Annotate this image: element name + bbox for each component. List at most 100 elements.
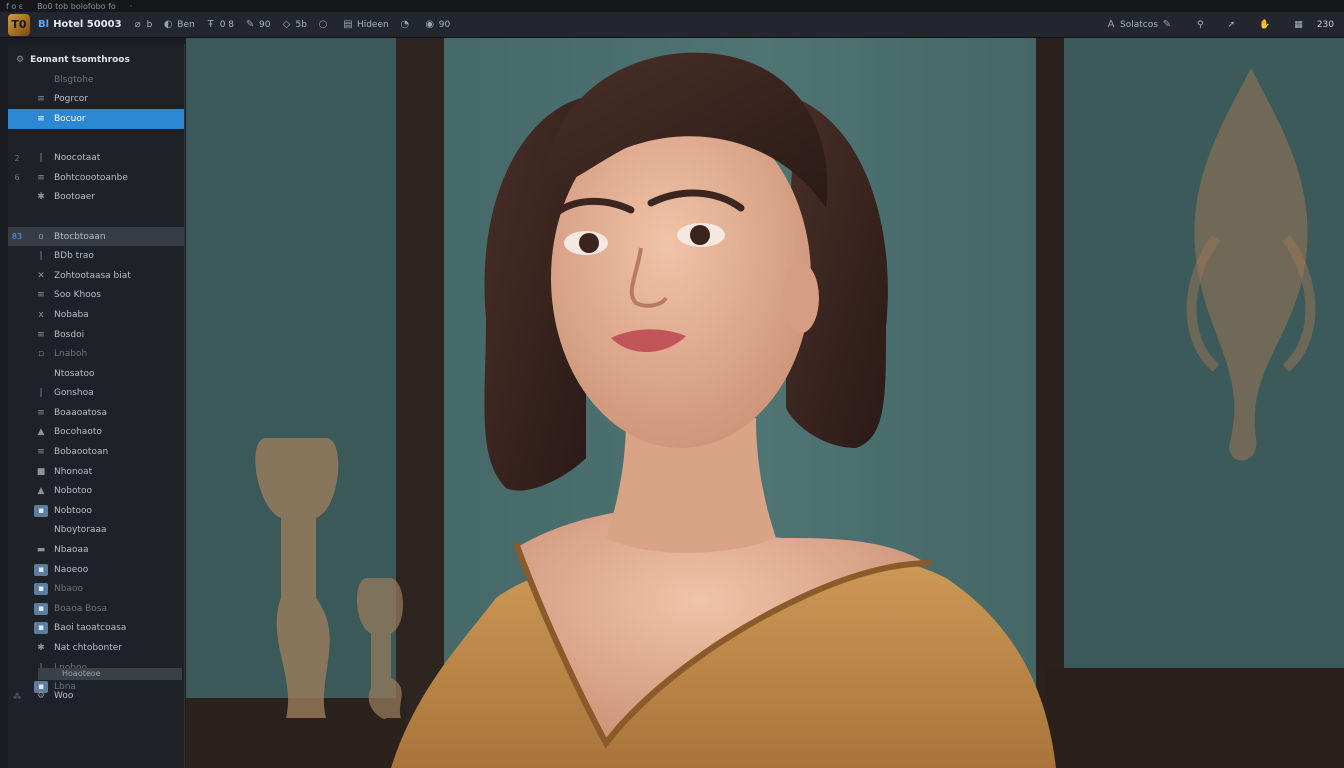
grid-icon[interactable]: ▦	[1294, 20, 1303, 30]
hand-icon[interactable]: ✋	[1259, 20, 1270, 30]
sidebar-item-label: Boaaoatosa	[54, 407, 107, 418]
sidebar-item[interactable]: ≡ Bobaootoan	[8, 442, 184, 462]
sidebar-item-label: Woo	[54, 691, 74, 702]
b-icon: ⌀	[134, 18, 141, 30]
sidebar-item[interactable]: ✕ Zohtootaasa biat	[8, 266, 184, 286]
layer-icon: o	[38, 231, 44, 242]
layer-icon: ≡	[37, 329, 45, 340]
sidebar-item-label: BDb trao	[54, 251, 94, 262]
sidebar-footer: Hoaoteoe ⁂ ⚙ Woo	[8, 668, 184, 706]
sidebar-item[interactable]: | Gonshoa	[8, 384, 184, 404]
sidebar-item[interactable]: ▬ Nbaoaa	[8, 540, 184, 560]
toolbar-button-circle[interactable]: ○	[317, 19, 332, 31]
sidebar-item-label: Btocbtoaan	[54, 231, 106, 242]
sidebar-footer-item[interactable]: ⁂ ⚙ Woo	[8, 686, 184, 706]
circle-icon: ◐	[163, 18, 173, 30]
sidebar-header[interactable]: ⚙ Eomant tsomthroos	[8, 50, 184, 70]
sidebar-item-label: Nobotoo	[54, 486, 92, 497]
layer-icon: ≡	[37, 290, 45, 301]
layer-icon	[34, 133, 48, 145]
sidebar-item[interactable]: ≡ Pogrcor	[8, 90, 184, 110]
sidebar-item[interactable]: x Nobaba	[8, 305, 184, 325]
sidebar-item[interactable]: ≡ Soo Khoos	[8, 286, 184, 306]
layer-icon: ▪	[34, 563, 48, 576]
sidebar-footer-bar[interactable]: Hoaoteoe	[38, 668, 182, 681]
toolbar-button-b[interactable]: ⌀ b	[132, 19, 153, 31]
sidebar-item-label: Nat chtobonter	[54, 643, 123, 654]
toolbar-button-eye[interactable]: ◉ 90	[424, 19, 450, 31]
sidebar-item[interactable]: ■ Nhonoat	[8, 462, 184, 482]
toolbar-button-ben[interactable]: ◐ Ben	[162, 18, 195, 31]
sidebar-item[interactable]: ▲ Nobotoo	[8, 481, 184, 501]
sidebar-item-label: Nobaba	[54, 309, 89, 320]
toolbar-button-shape[interactable]: ◇ 5b	[281, 19, 307, 31]
sidebar-list: Blsgtohe ≡ Pogrcor ≡ Bocuor 2 | Noocotaat 6 ≡ Boht…	[8, 70, 184, 697]
layer-icon: ✱	[37, 192, 45, 203]
sidebar-item[interactable]: Blsgtohe	[8, 70, 184, 90]
sidebar-item-label: Nobtooo	[54, 505, 92, 516]
app-title: Bl Hotel 50003	[38, 19, 122, 30]
sidebar-item-label: Boaoa Bosa	[54, 603, 107, 614]
sidebar-item[interactable]: ▲ Bocohaoto	[8, 423, 184, 443]
sidebar-item[interactable]: ✱ Nat chtobonter	[8, 638, 184, 658]
sidebar-item[interactable]: ▪ Nobtooo	[8, 501, 184, 521]
pin-icon[interactable]: ⚲	[1197, 20, 1204, 30]
sidebar-item[interactable]: | BDb trao	[8, 246, 184, 266]
system-bar-item: f o ε	[6, 1, 24, 11]
sidebar-item[interactable]: 6 ≡ Bohtcoootoanbe	[8, 168, 184, 188]
toolbar-button-refresh[interactable]: ◔	[399, 19, 414, 31]
layer-icon	[34, 368, 48, 380]
sidebar-item-label: Nhonoat	[54, 466, 93, 477]
zoom-level[interactable]: 230	[1317, 20, 1334, 30]
sidebar-item[interactable]: ≡ Bocuor	[8, 109, 184, 129]
sidebar-item-number: 2	[14, 153, 20, 163]
sidebar-item[interactable]	[8, 129, 184, 149]
sidebar-item[interactable]: ▪ Naoeoo	[8, 560, 184, 580]
sidebar-item[interactable]: ✱ Bootoaer	[8, 188, 184, 208]
sidebar-item-label: Bohtcoootoanbe	[54, 172, 128, 183]
app-logo[interactable]: T0	[8, 13, 30, 36]
layer-icon: ≡	[37, 94, 45, 105]
image-canvas[interactable]	[186, 38, 1344, 768]
sidebar-item[interactable]: ▫ Lnaboh	[8, 344, 184, 364]
toolbar-button-text[interactable]: Ŧ 0 8	[205, 19, 234, 31]
layer-icon	[34, 524, 48, 536]
sidebar-item-label: Zohtootaasa biat	[54, 270, 131, 281]
sidebar-item[interactable]: Ntosatoo	[8, 364, 184, 384]
sidebar-item[interactable]: Nboytoraaa	[8, 521, 184, 541]
shape-icon: ◇	[282, 18, 291, 30]
layer-icon: ≡	[37, 113, 45, 124]
layer-icon: x	[38, 309, 44, 320]
toolbar-button-layers[interactable]: ▤ Hideen	[342, 19, 389, 31]
sidebar-item-label: Soo Khoos	[54, 290, 101, 301]
system-bar: f o ε Bo0 tob bolofobo fo ·	[0, 0, 1344, 12]
sidebar-item[interactable]: ▪ Baoi taoatcoasa	[8, 619, 184, 639]
sidebar-item[interactable]	[8, 207, 184, 227]
layer-icon: ▲	[37, 427, 45, 438]
sidebar-item-label: Noocotaat	[54, 153, 101, 164]
layers-sidebar: ⚙ Eomant tsomthroos Blsgtohe ≡ Pogrcor ≡ Boc…	[8, 44, 185, 768]
mode-label: Solatcos	[1120, 19, 1158, 30]
sidebar-item[interactable]: ▪ Nbaoo	[8, 579, 184, 599]
layer-icon: |	[39, 251, 43, 262]
toolbar-button-label: Hideen	[356, 19, 389, 30]
mode-selector[interactable]: A Solatcos ✎	[1105, 19, 1173, 31]
toolbar-button-label: Ben	[177, 19, 195, 30]
sidebar-item-label: Ntosatoo	[54, 368, 95, 379]
mode-icon: A	[1107, 18, 1115, 30]
sidebar-item[interactable]: 83 o Btocbtoaan	[8, 226, 184, 247]
toolbar-button-pen[interactable]: ✎ 90	[244, 19, 271, 31]
portrait-image	[186, 38, 1344, 768]
layer-icon: ■	[36, 466, 46, 477]
app-title-accent: Bl	[38, 19, 50, 30]
arrow-icon[interactable]: ➚	[1228, 20, 1236, 30]
layer-icon: ▲	[37, 486, 45, 497]
sidebar-item[interactable]: ▪ Boaoa Bosa	[8, 599, 184, 619]
layer-icon: ▪	[34, 504, 48, 517]
sidebar-item[interactable]: 2 | Noocotaat	[8, 148, 184, 168]
layers-icon: ▤	[343, 18, 353, 30]
sidebar-item[interactable]: ≡ Bosdoi	[8, 325, 184, 345]
sidebar-item-label: Bocuor	[54, 113, 86, 124]
sidebar-item-label: Baoi taoatcoasa	[54, 623, 127, 634]
sidebar-item[interactable]: ≡ Boaaoatosa	[8, 403, 184, 423]
